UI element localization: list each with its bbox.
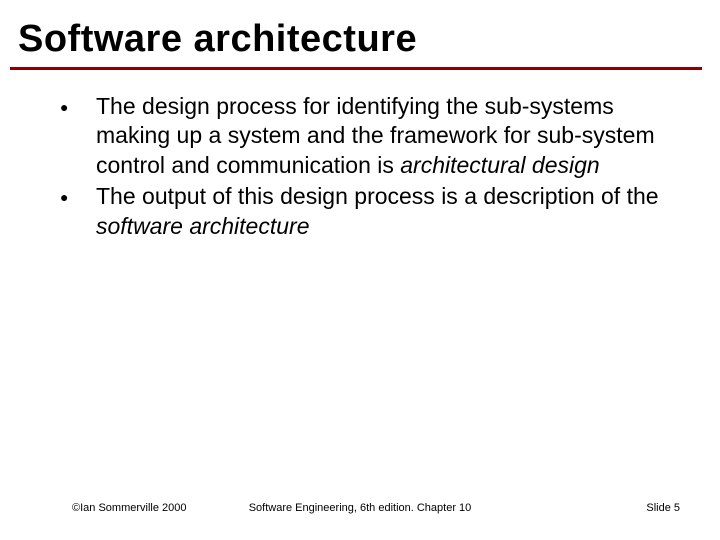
- bullet-text: The output of this design process is a d…: [96, 182, 680, 241]
- bullet-icon: ●: [60, 182, 96, 212]
- list-item: ● The design process for identifying the…: [60, 92, 680, 180]
- slide-content: ● The design process for identifying the…: [0, 70, 720, 241]
- slide-footer: ©Ian Sommerville 2000 Software Engineeri…: [0, 502, 720, 514]
- bullet-text-ital: software architecture: [96, 213, 309, 239]
- slide: Software architecture ● The design proce…: [0, 0, 720, 540]
- footer-left: ©Ian Sommerville 2000: [72, 502, 187, 514]
- list-item: ● The output of this design process is a…: [60, 182, 680, 241]
- bullet-text-ital: architectural design: [400, 152, 599, 178]
- bullet-text: The design process for identifying the s…: [96, 92, 680, 180]
- bullet-icon: ●: [60, 92, 96, 122]
- footer-right: Slide 5: [646, 502, 680, 514]
- footer-mid: Software Engineering, 6th edition. Chapt…: [249, 502, 472, 514]
- slide-title: Software architecture: [0, 0, 720, 65]
- bullet-text-pre: The output of this design process is a d…: [96, 183, 659, 209]
